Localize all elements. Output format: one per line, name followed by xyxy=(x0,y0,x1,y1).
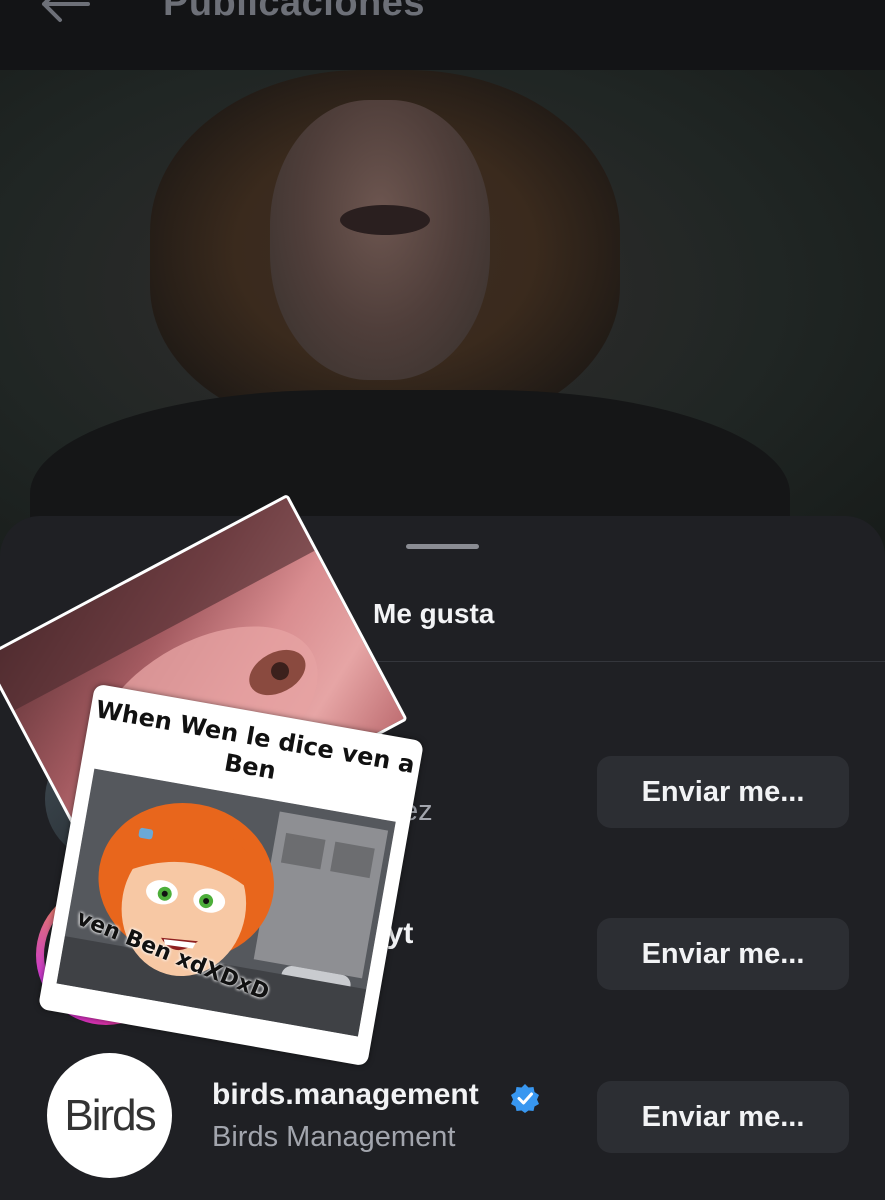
send-message-button[interactable]: Enviar me... xyxy=(597,1081,849,1153)
arrow-left-icon[interactable] xyxy=(36,0,92,24)
liker-fullname: Birds Management xyxy=(212,1121,456,1153)
top-bar: Publicaciones xyxy=(0,0,885,70)
photo-lips xyxy=(340,205,430,235)
send-message-button[interactable]: Enviar me... xyxy=(597,756,849,828)
sheet-drag-handle[interactable] xyxy=(406,544,479,549)
liker-username[interactable]: birds.management xyxy=(212,1078,479,1112)
post-photo xyxy=(0,70,885,590)
meme-sticker[interactable]: When Wen le dice ven a Ben ven Ben xdXDx… xyxy=(37,683,425,1067)
cartoon-girl-illustration xyxy=(56,768,396,1037)
send-message-button[interactable]: Enviar me... xyxy=(597,918,849,990)
verified-badge-icon xyxy=(511,1084,539,1113)
avatar[interactable]: Birds xyxy=(47,1053,172,1178)
photo-face xyxy=(270,100,490,380)
sticker-cartoon-scene xyxy=(56,768,396,1037)
sheet-title: Me gusta xyxy=(373,598,495,629)
page-title: Publicaciones xyxy=(163,0,426,24)
